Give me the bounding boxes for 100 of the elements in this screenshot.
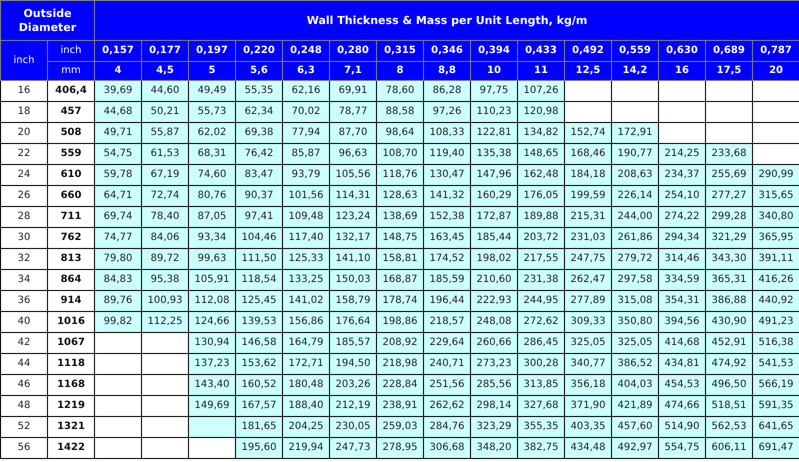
table-cell: 300,28 bbox=[518, 354, 564, 374]
table-cell: 77,94 bbox=[282, 122, 330, 144]
table-cell: 325,05 bbox=[612, 332, 658, 354]
table-cell: 158,81 bbox=[376, 248, 424, 270]
table-cell: 262,62 bbox=[424, 396, 470, 416]
table-cell: 185,57 bbox=[330, 332, 376, 354]
table-cell: 356,18 bbox=[564, 374, 612, 396]
table-cell: 323,29 bbox=[470, 416, 518, 438]
table-cell: 214,25 bbox=[658, 144, 706, 164]
table-cell: 78,77 bbox=[330, 102, 376, 122]
table-cell: 148,65 bbox=[518, 144, 564, 164]
table-cell: 78,60 bbox=[376, 80, 424, 102]
table-cell: 273,23 bbox=[470, 354, 518, 374]
table-cell: 87,05 bbox=[188, 206, 236, 228]
table-cell: 272,62 bbox=[518, 312, 564, 332]
table-cell: 69,74 bbox=[94, 206, 142, 228]
table-cell: 48 bbox=[0, 396, 48, 416]
table-cell: 184,18 bbox=[564, 164, 612, 186]
table-cell: 247,75 bbox=[564, 248, 612, 270]
table-cell: 122,81 bbox=[470, 122, 518, 144]
table-cell: 28 bbox=[0, 206, 48, 228]
table-cell: 30 bbox=[0, 228, 48, 248]
table-cell: 101,56 bbox=[282, 186, 330, 206]
table-cell: 132,17 bbox=[330, 228, 376, 248]
table-cell: 108,70 bbox=[376, 144, 424, 164]
table-cell: 114,31 bbox=[330, 186, 376, 206]
table-cell: 309,33 bbox=[564, 312, 612, 332]
table-cell: 158,79 bbox=[330, 290, 376, 312]
table-cell: 172,91 bbox=[612, 122, 658, 144]
table-cell: 78,40 bbox=[142, 206, 188, 228]
table-cell: 382,75 bbox=[518, 438, 564, 458]
table-cell: 277,89 bbox=[564, 290, 612, 312]
header-cell: 0,492 bbox=[564, 40, 612, 62]
table-cell: 248,08 bbox=[470, 312, 518, 332]
table-cell: 231,03 bbox=[564, 228, 612, 248]
table-cell: 354,31 bbox=[658, 290, 706, 312]
table-cell: 371,90 bbox=[564, 396, 612, 416]
header-cell: 0,157 bbox=[94, 40, 142, 62]
table-cell: 128,63 bbox=[376, 186, 424, 206]
table-cell: 254,10 bbox=[658, 186, 706, 206]
table-cell: 279,72 bbox=[612, 248, 658, 270]
table-cell: 306,68 bbox=[424, 438, 470, 458]
header-cell: 0,220 bbox=[236, 40, 282, 62]
table-cell: 416,26 bbox=[752, 270, 799, 290]
table-cell: 403,35 bbox=[564, 416, 612, 438]
table-cell: 72,74 bbox=[142, 186, 188, 206]
table-cell: 566,19 bbox=[752, 374, 799, 396]
table-cell: 89,76 bbox=[94, 290, 142, 312]
table-cell: 118,76 bbox=[376, 164, 424, 186]
table-cell: 134,82 bbox=[518, 122, 564, 144]
table-cell: 55,35 bbox=[236, 80, 282, 102]
table-cell: 62,34 bbox=[236, 102, 282, 122]
table-cell: 212,19 bbox=[330, 396, 376, 416]
table-cell: 285,56 bbox=[470, 374, 518, 396]
table-cell: 315,08 bbox=[612, 290, 658, 312]
table-cell: 327,68 bbox=[518, 396, 564, 416]
table-cell: 44,68 bbox=[94, 102, 142, 122]
table-cell: 97,26 bbox=[424, 102, 470, 122]
table-cell: 160,52 bbox=[236, 374, 282, 396]
table-cell: 84,06 bbox=[142, 228, 188, 248]
table-cell: 20 bbox=[0, 122, 48, 144]
table-cell: 112,25 bbox=[142, 312, 188, 332]
table-cell: 492,97 bbox=[612, 438, 658, 458]
table-cell: 314,46 bbox=[658, 248, 706, 270]
table-cell: 105,56 bbox=[330, 164, 376, 186]
table-cell: 315,65 bbox=[752, 186, 799, 206]
table-cell: 434,48 bbox=[564, 438, 612, 458]
header-cell: 0,689 bbox=[706, 40, 752, 62]
table-cell: 321,29 bbox=[706, 228, 752, 248]
table-cell: 365,31 bbox=[706, 270, 752, 290]
table-cell: 164,79 bbox=[282, 332, 330, 354]
table-cell: 365,95 bbox=[752, 228, 799, 248]
table-cell: 49,71 bbox=[94, 122, 142, 144]
table-cell: 430,90 bbox=[706, 312, 752, 332]
table-cell: 153,62 bbox=[236, 354, 282, 374]
table-cell: 93,79 bbox=[282, 164, 330, 186]
table-cell: 139,53 bbox=[236, 312, 282, 332]
header-cell: 0,197 bbox=[188, 40, 236, 62]
table-cell: 348,20 bbox=[470, 438, 518, 458]
table-cell: 168,46 bbox=[564, 144, 612, 164]
table-cell: 340,80 bbox=[752, 206, 799, 228]
table-cell: 259,03 bbox=[376, 416, 424, 438]
table-cell: 117,40 bbox=[282, 228, 330, 248]
table-cell: 120,98 bbox=[518, 102, 564, 122]
table-cell: 247,73 bbox=[330, 438, 376, 458]
table-cell: 562,53 bbox=[706, 416, 752, 438]
table-cell: 278,95 bbox=[376, 438, 424, 458]
table-cell: 108,33 bbox=[424, 122, 470, 144]
table-cell: 52 bbox=[0, 416, 48, 438]
table-cell: 74,77 bbox=[94, 228, 142, 248]
table-cell: 55,73 bbox=[188, 102, 236, 122]
table-cell: 167,57 bbox=[236, 396, 282, 416]
table-cell: 203,72 bbox=[518, 228, 564, 248]
table-cell: 215,31 bbox=[564, 206, 612, 228]
table-cell: 36 bbox=[0, 290, 48, 312]
table-cell: 208,63 bbox=[612, 164, 658, 186]
table-cell: 74,60 bbox=[188, 164, 236, 186]
header-cell: 0,630 bbox=[658, 40, 706, 62]
table-cell: 147,96 bbox=[470, 164, 518, 186]
table-cell: 350,80 bbox=[612, 312, 658, 332]
